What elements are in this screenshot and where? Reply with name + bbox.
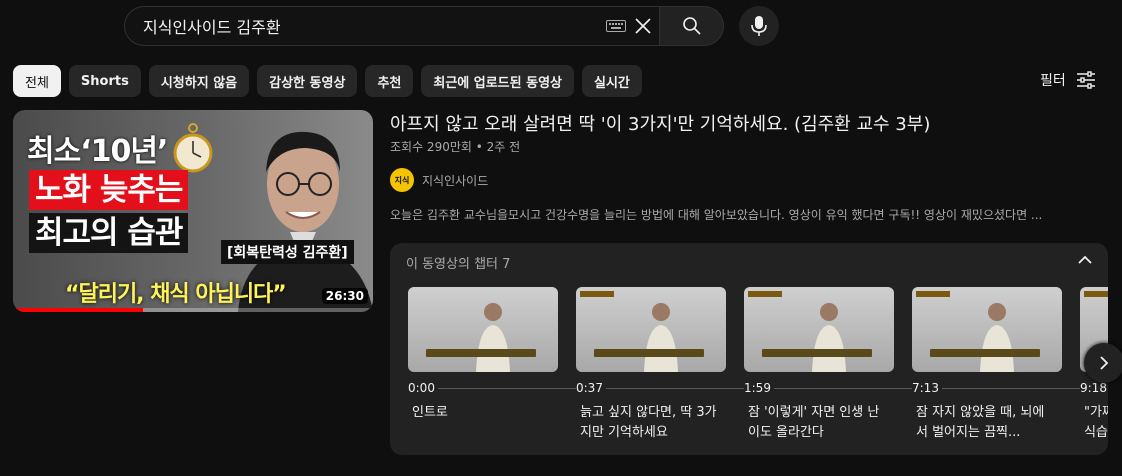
chapter-time: 1:59: [744, 381, 774, 395]
thumbnail-headline-2: 노화 늦추는: [29, 170, 189, 210]
filter-chips: 전체 Shorts 시청하지 않음 감상한 동영상 추천 최근에 업로드된 동영…: [13, 65, 642, 97]
video-title[interactable]: 아프지 않고 오래 살려면 딱 '이 3가지'만 기억하세요. (김주환 교수 …: [390, 110, 930, 136]
chevron-up-icon[interactable]: [1076, 253, 1094, 267]
chip-shorts[interactable]: Shorts: [68, 65, 141, 97]
chapter-time: 0:00: [408, 381, 438, 395]
thumbnail-headline-3: 최고의 습관: [29, 213, 189, 253]
channel-avatar[interactable]: 지식: [390, 168, 414, 192]
chapter-caption-bar: [930, 349, 1040, 357]
watch-progress-bar: [13, 308, 373, 312]
search-button[interactable]: [659, 6, 724, 46]
chapter-caption-bar: [426, 349, 536, 357]
presenter-figure: [476, 303, 510, 372]
chapters-list: 0:00 인트로 0:37 늙고 싶지 않다면, 딱 3가지만 기억하세요 1:…: [408, 287, 1108, 455]
chapter-thumbnail: [744, 287, 894, 372]
chapter-item[interactable]: [912, 287, 1062, 372]
chapter-title: 늙고 싶지 않다면, 딱 3가지만 기억하세요: [580, 405, 717, 440]
chip-recommended[interactable]: 추천: [365, 65, 414, 97]
chapter-item[interactable]: [408, 287, 558, 372]
filter-label: 필터: [1040, 73, 1066, 89]
keyboard-icon[interactable]: [606, 20, 626, 32]
video-thumbnail[interactable]: 최소‘10년’ 노화 늦추는 최고의 습관 [회복탄력성 김주환] “달리기, …: [13, 110, 373, 312]
thumbnail-headline-1: 최소‘10년’: [27, 134, 168, 169]
chapters-panel: 이 동영상의 챕터 7 0:00 인트로 0:37 늙고 싶지 않다면, 딱 3…: [390, 243, 1108, 455]
thumbnail-quote: “달리기, 채식 아닙니다”: [65, 282, 287, 307]
chapter-thumbnail: [576, 287, 726, 372]
search-icon: [682, 17, 701, 35]
duration-badge: 26:30: [321, 288, 368, 304]
microphone-icon: [751, 16, 767, 36]
chapter-title: 잠 '이렇게' 자면 인생 난이도 올라간다: [748, 405, 880, 440]
chevron-right-icon: [1100, 356, 1109, 370]
chapter-title: 인트로: [412, 405, 448, 420]
chapter-item[interactable]: [744, 287, 894, 372]
chapter-caption-bar: [762, 349, 872, 357]
voice-search-button[interactable]: [739, 6, 779, 46]
chapter-tag: [580, 291, 614, 297]
chapter-tag: [748, 291, 782, 297]
chip-unwatched[interactable]: 시청하지 않음: [148, 65, 250, 97]
filter-sliders-icon: [1076, 71, 1095, 89]
search-bar: [124, 6, 724, 46]
presenter-figure: [644, 303, 678, 372]
search-input[interactable]: [141, 15, 595, 37]
chapters-header: 이 동영상의 챕터 7: [406, 257, 511, 272]
channel-link[interactable]: 지식 지식인사이드: [390, 168, 488, 192]
chapters-next-button[interactable]: [1084, 343, 1122, 383]
chapter-title: "가짜 식습: [1084, 405, 1108, 440]
chapter-time: 0:37: [576, 381, 606, 395]
chapter-item[interactable]: [576, 287, 726, 372]
presenter-figure: [980, 303, 1014, 372]
chapter-time: 7:13: [912, 381, 942, 395]
chip-recently-uploaded[interactable]: 최근에 업로드된 동영상: [421, 65, 575, 97]
video-description: 오늘은 김주환 교수님을모시고 건강수명을 늘리는 방법에 대해 알아보았습니다…: [390, 208, 1043, 222]
watch-progress-fill: [13, 308, 143, 312]
chapter-title: 잠 자지 않았을 때, 뇌에서 벌어지는 끔찍...: [916, 405, 1045, 440]
chip-live[interactable]: 실시간: [582, 65, 642, 97]
chapter-caption-bar: [594, 349, 704, 357]
channel-name: 지식인사이드: [422, 173, 489, 188]
chapter-tag: [1084, 291, 1108, 297]
chip-all[interactable]: 전체: [13, 65, 61, 97]
presenter-figure: [812, 303, 846, 372]
search-box[interactable]: [124, 6, 660, 46]
chapter-thumbnail: [408, 287, 558, 372]
pocket-watch-icon: [173, 123, 213, 173]
clear-icon[interactable]: [633, 16, 653, 36]
chapter-thumbnail: [912, 287, 1062, 372]
thumbnail-badge: [회복탄력성 김주환]: [221, 240, 354, 264]
chapter-time: 9:18: [1080, 381, 1108, 395]
chip-watched[interactable]: 감상한 동영상: [257, 65, 358, 97]
filter-button[interactable]: 필터: [1040, 70, 1096, 90]
chapter-tag: [916, 291, 950, 297]
video-meta: 조회수 290만회 • 2주 전: [390, 140, 521, 154]
